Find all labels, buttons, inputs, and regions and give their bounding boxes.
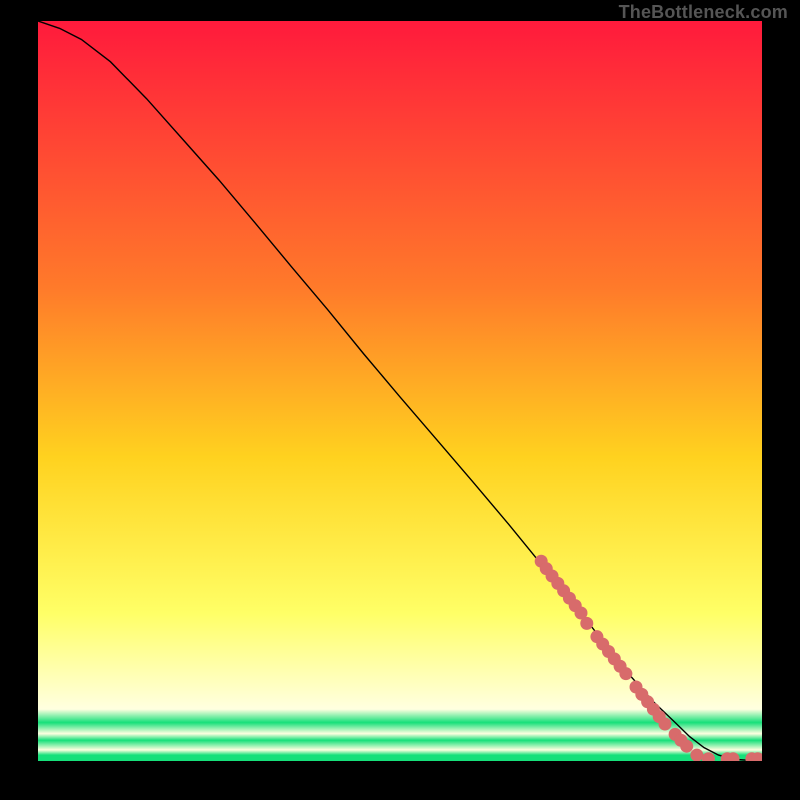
chart-plot (38, 21, 762, 761)
data-marker (658, 718, 671, 731)
data-marker (680, 740, 693, 753)
data-marker (580, 617, 593, 630)
credit-label: TheBottleneck.com (619, 2, 788, 23)
data-marker (690, 749, 703, 761)
outer-frame: TheBottleneck.com (0, 0, 800, 800)
gradient-background (38, 21, 762, 761)
data-marker (619, 667, 632, 680)
